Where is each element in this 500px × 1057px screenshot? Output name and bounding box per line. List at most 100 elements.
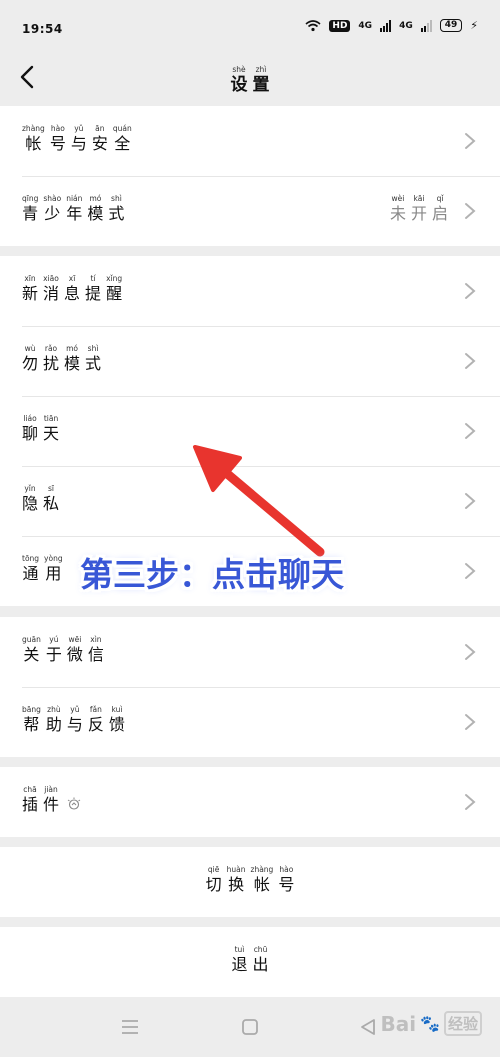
pinyin: tí [90, 274, 96, 283]
lightbulb-icon [67, 797, 81, 815]
chevron-right-icon [465, 283, 476, 299]
settings-group-about: guān 关 yú 于 wēi 微 xìn 信 bāng 帮 zhù 助 yǔ 与 fǎn 反 kuì 馈 [0, 617, 500, 757]
log-out-label-wrap: tuì 退 chū 出 [0, 945, 500, 975]
row-chat[interactable]: liáo 聊 tiān 天 [0, 396, 500, 466]
ruby-char: shì 式 [85, 344, 101, 374]
ruby-char: shào 少 [43, 194, 61, 224]
log-out-button[interactable]: tuì 退 chū 出 [0, 927, 500, 997]
hanzi: 馈 [108, 715, 125, 734]
hanzi: 与 [70, 134, 87, 153]
pinyin: xīn [24, 274, 36, 283]
ruby-char: wù 勿 [22, 344, 38, 374]
pinyin: mó [66, 344, 78, 353]
ruby-char: quán 全 [113, 124, 132, 154]
pinyin: xǐng [106, 274, 123, 283]
row-plugins[interactable]: chā 插 jiàn 件 [0, 767, 500, 837]
ruby-char: xǐng 醒 [106, 274, 122, 304]
row-do-not-disturb[interactable]: wù 勿 rǎo 扰 mó 模 shì 式 [0, 326, 500, 396]
ruby-char: qīng 青 [22, 194, 38, 224]
row-label: guān 关 yú 于 wēi 微 xìn 信 [22, 635, 104, 665]
chevron-right-icon [465, 353, 476, 369]
ruby-char: zhù 助 [46, 705, 62, 735]
ruby-char: rǎo 扰 [43, 344, 59, 374]
ruby-char: huàn 换 [227, 865, 246, 895]
ruby-char: xiāo 消 [43, 274, 59, 304]
home-button[interactable] [238, 1015, 262, 1039]
ruby-char: nián 年 [66, 194, 82, 224]
hanzi: 于 [45, 645, 62, 664]
watermark-jingyan: 经验 [443, 1011, 482, 1036]
hanzi: 勿 [22, 354, 39, 373]
row-account-security[interactable]: zhàng 帐 hào 号 yǔ 与 ān 安 quán 全 [0, 106, 500, 176]
pinyin: zhàng [250, 865, 274, 874]
pinyin: chū [253, 945, 268, 954]
pinyin: rǎo [44, 344, 58, 353]
hanzi: 消 [43, 284, 60, 303]
ruby-char: yòng 用 [44, 554, 63, 584]
hanzi: 帮 [23, 715, 40, 734]
chevron-right-icon [465, 714, 476, 730]
hanzi: 切 [205, 875, 222, 894]
hanzi: 新 [22, 284, 39, 303]
switch-account-label: qiē 切 huàn 换 zhàng 帐 hào 号 [206, 865, 295, 895]
row-privacy[interactable]: yǐn 隐 sī 私 [0, 466, 500, 536]
hanzi: 出 [252, 955, 269, 974]
row-label: liáo 聊 tiān 天 [22, 414, 59, 444]
row-new-message-alerts[interactable]: xīn 新 xiāo 消 xī 息 tí 提 xǐng 醒 [0, 256, 500, 326]
ruby-char: chā 插 [22, 785, 38, 815]
row-help-feedback[interactable]: bāng 帮 zhù 助 yǔ 与 fǎn 反 kuì 馈 [0, 687, 500, 757]
ruby-char: mó 模 [87, 194, 103, 224]
ruby-char: yǐn 隐 [22, 484, 38, 514]
switch-account-button[interactable]: qiē 切 huàn 换 zhàng 帐 hào 号 [0, 847, 500, 917]
ruby-char: hào 号 [50, 124, 66, 154]
ruby-char: tiān 天 [43, 414, 59, 444]
pinyin: qiē [207, 865, 220, 874]
hanzi: 青 [22, 204, 39, 223]
pinyin: kāi [413, 194, 425, 203]
ruby-char: tuì 退 [231, 945, 247, 975]
navigation-bar: shè 设 zhì 置 [0, 50, 500, 105]
hanzi: 帐 [25, 134, 42, 153]
hanzi: 未 [389, 204, 406, 223]
hanzi: 置 [252, 75, 270, 95]
hanzi: 模 [87, 204, 104, 223]
hanzi: 助 [45, 715, 62, 734]
ruby-char: liáo 聊 [22, 414, 38, 444]
status-bar: 19:54 HD 4G 4G 49 ⚡ [0, 0, 500, 50]
hanzi: 式 [108, 204, 125, 223]
hanzi: 提 [85, 284, 102, 303]
chevron-right-icon [465, 493, 476, 509]
hanzi: 隐 [22, 494, 39, 513]
baidu-jingyan-watermark: Bai 🐾 经验 [380, 1011, 482, 1036]
chevron-right-icon [465, 794, 476, 810]
pinyin: xìn [90, 635, 102, 644]
menu-icon [122, 1020, 138, 1034]
ruby-char: hào 号 [278, 865, 294, 895]
pinyin: zhàng [22, 124, 45, 133]
ruby-char: yú 于 [46, 635, 62, 665]
row-label: yǐn 隐 sī 私 [22, 484, 59, 514]
ruby-char: sī 私 [43, 484, 59, 514]
menu-button[interactable] [118, 1015, 142, 1039]
hanzi: 式 [85, 354, 102, 373]
row-label: chā 插 jiàn 件 [22, 785, 59, 815]
hanzi: 模 [64, 354, 81, 373]
ruby-char: xīn 新 [22, 274, 38, 304]
ruby-char: xī 息 [64, 274, 80, 304]
hanzi: 设 [230, 75, 248, 95]
system-back-button[interactable] [356, 1015, 380, 1039]
hanzi: 天 [43, 424, 60, 443]
hanzi: 换 [228, 875, 245, 894]
battery-level: 49 [439, 19, 463, 32]
row-youth-mode[interactable]: qīng 青 shào 少 nián 年 mó 模 shì 式 wèi 未 kāi 开 qǐ 启 [0, 176, 500, 246]
chevron-right-icon [465, 133, 476, 149]
ruby-char: qiē 切 [206, 865, 222, 895]
hanzi: 件 [43, 795, 60, 814]
row-about-wechat[interactable]: guān 关 yú 于 wēi 微 xìn 信 [0, 617, 500, 687]
hanzi: 退 [231, 955, 248, 974]
system-navigation-bar: Bai 🐾 经验 [0, 997, 500, 1057]
hanzi: 用 [45, 564, 62, 583]
settings-group-account: zhàng 帐 hào 号 yǔ 与 ān 安 quán 全 qīng 青 shào 少 nián 年 mó 模… [0, 106, 500, 246]
pinyin: bāng [22, 705, 41, 714]
pinyin: liáo [23, 414, 37, 423]
